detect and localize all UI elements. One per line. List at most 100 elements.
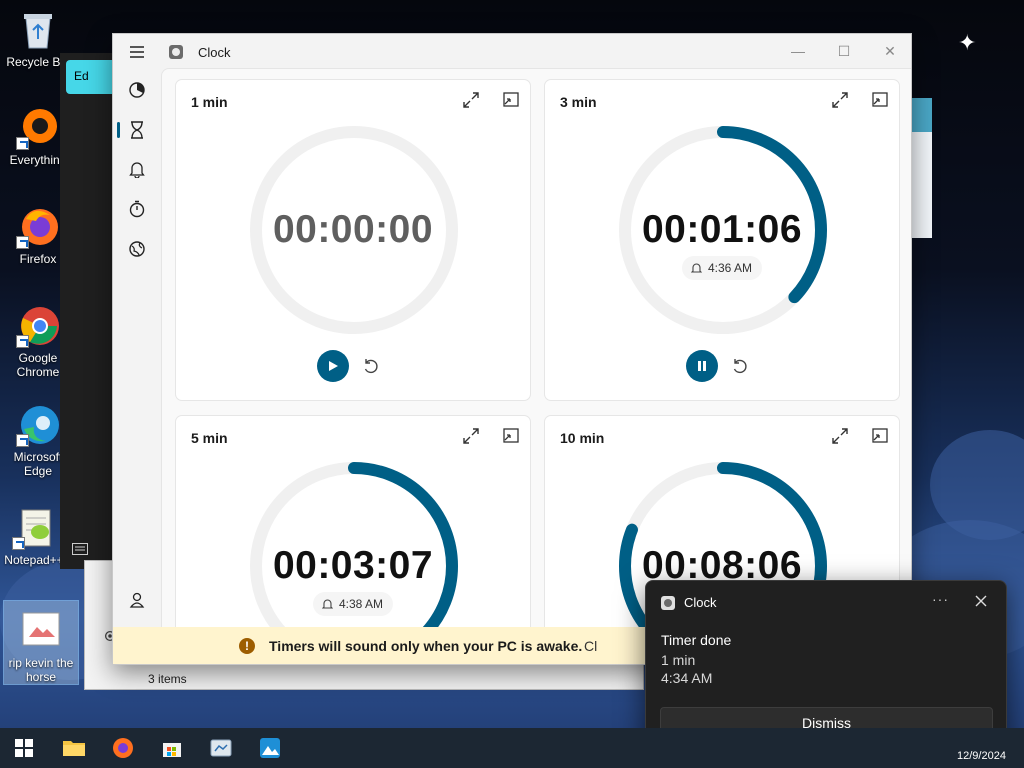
expand-icon bbox=[463, 428, 479, 444]
edge-icon bbox=[16, 403, 60, 447]
desktop-icon-notepadpp[interactable]: Notepad++ bbox=[2, 506, 66, 567]
keyboard-icon bbox=[72, 543, 88, 555]
nav-alarm[interactable] bbox=[117, 151, 157, 187]
expand-button[interactable] bbox=[830, 426, 850, 446]
close-button[interactable]: ✕ bbox=[870, 38, 910, 64]
desktop-icon-label: Google Chrome bbox=[16, 351, 60, 379]
reset-icon bbox=[733, 359, 747, 374]
maximize-button[interactable]: ☐ bbox=[824, 38, 864, 64]
pause-button[interactable] bbox=[686, 350, 718, 382]
keep-on-top-icon bbox=[503, 92, 519, 107]
alarm-time-pill: 4:36 AM bbox=[681, 256, 763, 280]
desktop-icon-label: Microsoft Edge bbox=[13, 450, 63, 478]
taskbar-photos[interactable] bbox=[250, 732, 290, 764]
timer-time: 00:00:00 bbox=[272, 208, 434, 251]
shortcut-arrow-icon bbox=[12, 537, 25, 550]
pause-icon bbox=[698, 361, 706, 371]
expand-icon bbox=[832, 92, 848, 108]
keep-on-top-button[interactable] bbox=[501, 426, 521, 446]
recycle-bin-icon bbox=[16, 8, 60, 52]
alarm-time: 4:36 AM bbox=[707, 261, 753, 275]
timer-time: 00:03:07 bbox=[272, 544, 434, 587]
clock-app-icon bbox=[169, 45, 183, 59]
close-icon bbox=[975, 595, 987, 607]
timer-card[interactable]: 3 min 00:01:06 4:36 AM bbox=[544, 79, 900, 401]
keep-on-top-icon bbox=[503, 428, 519, 443]
shortcut-arrow-icon bbox=[16, 434, 29, 447]
clock-window: Clock — ☐ ✕ 1 min 00:00:00 3 min 00:01:0… bbox=[112, 33, 912, 665]
taskbar-microsoft-store[interactable] bbox=[152, 732, 192, 764]
alarm-time: 4:38 AM bbox=[338, 597, 384, 611]
account-icon bbox=[129, 592, 145, 608]
desktop-icon-label: Everything bbox=[9, 153, 67, 167]
play-icon bbox=[329, 361, 338, 371]
notification-app-name: Clock bbox=[684, 595, 717, 610]
bell-icon bbox=[690, 263, 702, 273]
alarm-icon bbox=[129, 162, 145, 178]
expand-icon bbox=[832, 428, 848, 444]
nav-timer[interactable] bbox=[117, 112, 157, 148]
taskbar-date: 12/9/2024 bbox=[957, 750, 1006, 762]
taskbar-file-explorer[interactable] bbox=[54, 732, 94, 764]
banner-message: Timers will sound only when your PC is a… bbox=[269, 638, 583, 654]
microsoft-store-icon bbox=[163, 743, 181, 757]
expand-icon bbox=[463, 92, 479, 108]
chrome-icon bbox=[16, 304, 60, 348]
minimize-button[interactable]: — bbox=[778, 38, 818, 64]
star-decor: ✦ bbox=[958, 30, 977, 55]
nav-account[interactable] bbox=[117, 582, 157, 618]
keep-on-top-icon bbox=[872, 428, 888, 443]
window-title: Clock bbox=[198, 45, 231, 60]
nav-focus-sessions[interactable] bbox=[117, 72, 157, 108]
bell-icon bbox=[321, 599, 333, 609]
timer-title: 10 min bbox=[560, 430, 605, 446]
taskbar-firefox[interactable] bbox=[103, 732, 143, 764]
timer-card[interactable]: 1 min 00:00:00 bbox=[175, 79, 531, 401]
stopwatch-icon bbox=[129, 200, 145, 218]
warning-icon: ! bbox=[239, 638, 255, 654]
notification-close-button[interactable] bbox=[973, 593, 989, 609]
background-window-right bbox=[910, 98, 932, 238]
menu-icon bbox=[130, 46, 144, 58]
background-edit-tab[interactable]: Ed bbox=[66, 60, 118, 94]
windows-start-icon bbox=[15, 739, 33, 757]
everything-icon bbox=[16, 106, 60, 150]
world-clock-icon bbox=[129, 241, 145, 257]
title-bar[interactable]: Clock — ☐ ✕ bbox=[113, 34, 911, 68]
timer-title: 1 min bbox=[191, 94, 228, 110]
start-button[interactable] bbox=[4, 732, 44, 764]
notification-more-button[interactable]: ··· bbox=[932, 591, 949, 607]
play-button[interactable] bbox=[317, 350, 349, 382]
reset-button[interactable] bbox=[730, 356, 750, 376]
shortcut-arrow-icon bbox=[16, 236, 29, 249]
desktop-icon-label: Notepad++ bbox=[4, 553, 64, 567]
notification-timer-name: 1 min bbox=[661, 652, 696, 668]
reset-icon bbox=[364, 359, 378, 374]
taskbar-clock[interactable] bbox=[201, 732, 241, 764]
expand-button[interactable] bbox=[830, 90, 850, 110]
notification-heading: Timer done bbox=[661, 632, 732, 648]
hamburger-menu-button[interactable] bbox=[117, 34, 157, 70]
firefox-icon bbox=[16, 205, 60, 249]
reset-button[interactable] bbox=[361, 356, 381, 376]
expand-button[interactable] bbox=[461, 90, 481, 110]
timer-time: 00:01:06 bbox=[641, 208, 803, 251]
image-file-icon bbox=[19, 609, 63, 653]
banner-close-button[interactable]: Cl bbox=[584, 638, 597, 654]
nav-world-clock[interactable] bbox=[117, 231, 157, 267]
expand-button[interactable] bbox=[461, 426, 481, 446]
timer-title: 5 min bbox=[191, 430, 228, 446]
focus-sessions-icon bbox=[129, 82, 145, 98]
keep-on-top-button[interactable] bbox=[501, 90, 521, 110]
desktop-icon-image-file[interactable]: rip kevin the horse bbox=[3, 600, 79, 685]
taskbar: 12/9/2024 bbox=[0, 728, 1024, 768]
file-explorer-icon bbox=[63, 741, 85, 756]
notepadpp-icon bbox=[12, 506, 56, 550]
keep-on-top-button[interactable] bbox=[870, 426, 890, 446]
nav-stopwatch[interactable] bbox=[117, 191, 157, 227]
keep-on-top-button[interactable] bbox=[870, 90, 890, 110]
clock-app-icon bbox=[661, 596, 675, 610]
background-window-dark bbox=[60, 53, 120, 569]
timer-icon bbox=[131, 121, 143, 139]
desktop-icon-label: Firefox bbox=[19, 252, 57, 266]
